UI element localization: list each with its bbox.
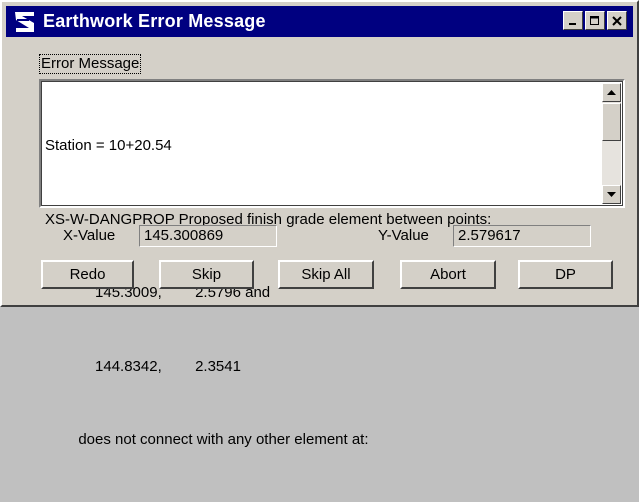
close-button[interactable]: [607, 11, 627, 30]
earthwork-app-icon: [15, 11, 34, 32]
minimize-icon: [569, 22, 576, 25]
arrow-up-icon: [607, 89, 616, 95]
maximize-button[interactable]: [585, 11, 605, 30]
error-message-text: Station = 10+20.54 XS-W-DANGPROP Propose…: [45, 85, 605, 502]
window-title: Earthwork Error Message: [43, 11, 266, 31]
abort-button[interactable]: Abort: [400, 260, 496, 289]
scroll-up-button[interactable]: [602, 83, 621, 102]
title-bar[interactable]: Earthwork Error Message: [6, 6, 633, 37]
dp-button[interactable]: DP: [518, 260, 613, 289]
vertical-scrollbar[interactable]: [602, 83, 621, 204]
redo-button[interactable]: Redo: [41, 260, 134, 289]
arrow-down-icon: [607, 191, 616, 197]
scroll-thumb[interactable]: [602, 103, 621, 141]
y-value-field: 2.579617: [453, 225, 591, 247]
message-line: 144.8342, 2.3541: [45, 357, 241, 375]
x-value-field: 145.300869: [139, 225, 277, 247]
minimize-button[interactable]: [563, 11, 583, 30]
x-value-label: X-Value: [63, 227, 116, 244]
error-dialog-window: Earthwork Error Message Error Message St…: [0, 0, 639, 448]
skip-all-button[interactable]: Skip All: [278, 260, 374, 289]
message-line: Station = 10+20.54: [45, 137, 172, 154]
message-line: does not connect with any other element …: [45, 431, 369, 448]
error-message-textbox[interactable]: Station = 10+20.54 XS-W-DANGPROP Propose…: [39, 79, 625, 448]
scroll-down-button[interactable]: [602, 185, 621, 204]
close-icon: [612, 15, 622, 26]
y-value-label: Y-Value: [378, 227, 429, 244]
error-message-group-label: Error Message: [39, 54, 142, 74]
maximize-icon: [590, 15, 599, 25]
skip-button[interactable]: Skip: [159, 260, 254, 289]
